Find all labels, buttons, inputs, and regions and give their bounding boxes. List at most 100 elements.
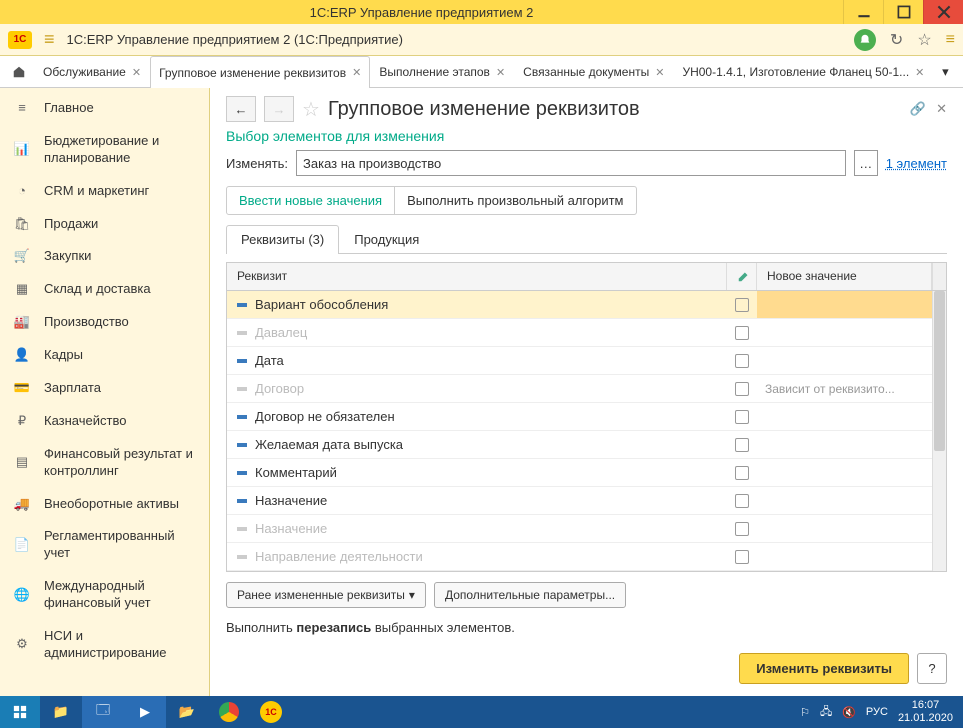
task-folder-icon[interactable]: 📂 (166, 696, 208, 728)
maximize-button[interactable] (883, 0, 923, 24)
sidebar-item-2[interactable]: ◔CRM и маркетинг (0, 175, 209, 208)
row-checkbox[interactable] (735, 466, 749, 480)
favorite-star-icon[interactable]: ☆ (302, 97, 320, 122)
tab-close-icon[interactable]: ✕ (655, 66, 664, 79)
tab-3[interactable]: Связанные документы✕ (514, 56, 673, 87)
minimize-button[interactable] (843, 0, 883, 24)
sub-tab-requisites[interactable]: Реквизиты (3) (226, 225, 339, 254)
sidebar-item-8[interactable]: 💳Зарплата (0, 372, 209, 405)
cart-icon: 🛒 (14, 249, 30, 265)
tab-close-icon[interactable]: ✕ (132, 66, 141, 79)
row-checkbox[interactable] (735, 410, 749, 424)
sidebar-item-13[interactable]: 🌐Международный финансовый учет (0, 570, 209, 620)
filter-input[interactable]: Заказ на производство (296, 150, 846, 176)
link-icon[interactable]: 🔗 (910, 101, 926, 117)
sidebar-item-0[interactable]: ≡Главное (0, 92, 209, 125)
nav-back-button[interactable]: ← (226, 96, 256, 122)
row-checkbox[interactable] (735, 298, 749, 312)
help-button[interactable]: ? (917, 653, 947, 684)
sidebar-item-11[interactable]: 🚚Внеоборотные активы (0, 488, 209, 521)
table-row[interactable]: Дата (227, 347, 932, 375)
history-icon[interactable]: ↻ (890, 30, 903, 50)
tray-network-icon[interactable]: 🖧 (820, 703, 832, 722)
menu-more-icon[interactable]: ≡ (946, 31, 955, 49)
task-chrome-icon[interactable] (208, 696, 250, 728)
globe-icon: 🌐 (14, 587, 30, 603)
row-checkbox[interactable] (735, 354, 749, 368)
notification-bell-icon[interactable] (854, 29, 876, 51)
filter-chooser-button[interactable]: … (854, 150, 878, 176)
row-value[interactable]: Зависит от реквизито... (757, 382, 932, 396)
close-button[interactable] (923, 0, 963, 24)
home-button[interactable] (4, 56, 34, 87)
tab-close-icon[interactable]: ✕ (915, 66, 924, 79)
table-row[interactable]: Договор не обязателен (227, 403, 932, 431)
tab-1[interactable]: Групповое изменение реквизитов ✕ (150, 56, 370, 88)
sidebar-item-3[interactable]: 🛍Продажи (0, 208, 209, 241)
col-header-edit[interactable] (727, 263, 757, 290)
row-value[interactable] (757, 291, 932, 318)
sidebar-item-12[interactable]: 📄Регламентированный учет (0, 520, 209, 570)
task-powershell-icon[interactable]: ▶ (124, 696, 166, 728)
sidebar-item-1[interactable]: 📊Бюджетирование и планирование (0, 125, 209, 175)
tab-0[interactable]: Обслуживание✕ (34, 56, 150, 87)
tab-2[interactable]: Выполнение этапов✕ (370, 56, 514, 87)
tab-4[interactable]: УН00-1.4.1, Изготовление Фланец 50-1...✕ (673, 56, 933, 87)
start-button[interactable] (0, 696, 40, 728)
row-checkbox[interactable] (735, 522, 749, 536)
tray-flag-icon[interactable]: ⚐ (800, 706, 810, 719)
table-row[interactable]: Давалец (227, 319, 932, 347)
star-icon[interactable]: ☆ (917, 30, 931, 50)
task-server-icon[interactable]: 🗔 (82, 696, 124, 728)
sidebar-item-4[interactable]: 🛒Закупки (0, 240, 209, 273)
task-1c-icon[interactable]: 1C (250, 696, 292, 728)
row-bullet-icon (237, 555, 247, 559)
apply-changes-button[interactable]: Изменить реквизиты (739, 653, 909, 684)
sidebar-item-6[interactable]: 🏭Производство (0, 306, 209, 339)
row-checkbox[interactable] (735, 550, 749, 564)
sidebar-item-label: Бюджетирование и планирование (44, 133, 195, 167)
tab-close-icon[interactable]: ✕ (496, 66, 505, 79)
ruble-icon: ₽ (14, 413, 30, 429)
mode-algorithm-button[interactable]: Выполнить произвольный алгоритм (394, 187, 635, 214)
tray-clock[interactable]: 16:07 21.01.2020 (898, 699, 953, 725)
table-row[interactable]: Назначение (227, 487, 932, 515)
row-checkbox[interactable] (735, 438, 749, 452)
row-checkbox[interactable] (735, 326, 749, 340)
table-row[interactable]: Назначение (227, 515, 932, 543)
sidebar-item-5[interactable]: ▦Склад и доставка (0, 273, 209, 306)
table-row[interactable]: Направление деятельности (227, 543, 932, 571)
tab-label: Групповое изменение реквизитов (159, 66, 346, 80)
grid-scrollbar[interactable] (932, 291, 946, 571)
tab-overflow-button[interactable]: ▾ (933, 56, 957, 87)
sidebar-item-7[interactable]: 👤Кадры (0, 339, 209, 372)
table-row[interactable]: Желаемая дата выпуска (227, 431, 932, 459)
additional-params-button[interactable]: Дополнительные параметры... (434, 582, 626, 608)
tray-sound-icon[interactable]: 🔇 (842, 706, 856, 719)
sidebar-item-label: Кадры (44, 347, 83, 364)
tray-lang[interactable]: РУС (866, 706, 888, 718)
task-explorer-icon[interactable]: 📁 (40, 696, 82, 728)
hamburger-icon[interactable]: ≡ (44, 29, 55, 50)
sub-tab-products[interactable]: Продукция (339, 225, 434, 253)
mode-enter-values-button[interactable]: Ввести новые значения (227, 187, 394, 214)
sidebar-item-14[interactable]: ⚙НСИ и администрирование (0, 620, 209, 670)
row-bullet-icon (237, 499, 247, 503)
sidebar-item-10[interactable]: ▤Финансовый результат и контроллинг (0, 438, 209, 488)
tab-close-icon[interactable]: ✕ (352, 66, 361, 79)
sidebar-item-label: Склад и доставка (44, 281, 151, 298)
row-label: Комментарий (255, 465, 337, 480)
close-page-icon[interactable]: ✕ (936, 101, 947, 117)
nav-forward-button[interactable]: → (264, 96, 294, 122)
sidebar-item-9[interactable]: ₽Казначейство (0, 405, 209, 438)
recent-changes-button[interactable]: Ранее измененные реквизиты▾ (226, 582, 426, 608)
table-row[interactable]: Договор Зависит от реквизито... (227, 375, 932, 403)
table-row[interactable]: Комментарий (227, 459, 932, 487)
row-checkbox[interactable] (735, 382, 749, 396)
table-row[interactable]: Вариант обособления (227, 291, 932, 319)
row-checkbox[interactable] (735, 494, 749, 508)
col-header-name[interactable]: Реквизит (227, 263, 727, 290)
col-header-value[interactable]: Новое значение (757, 263, 932, 290)
element-count-link[interactable]: 1 элемент (886, 156, 947, 171)
sidebar-item-label: CRM и маркетинг (44, 183, 149, 200)
